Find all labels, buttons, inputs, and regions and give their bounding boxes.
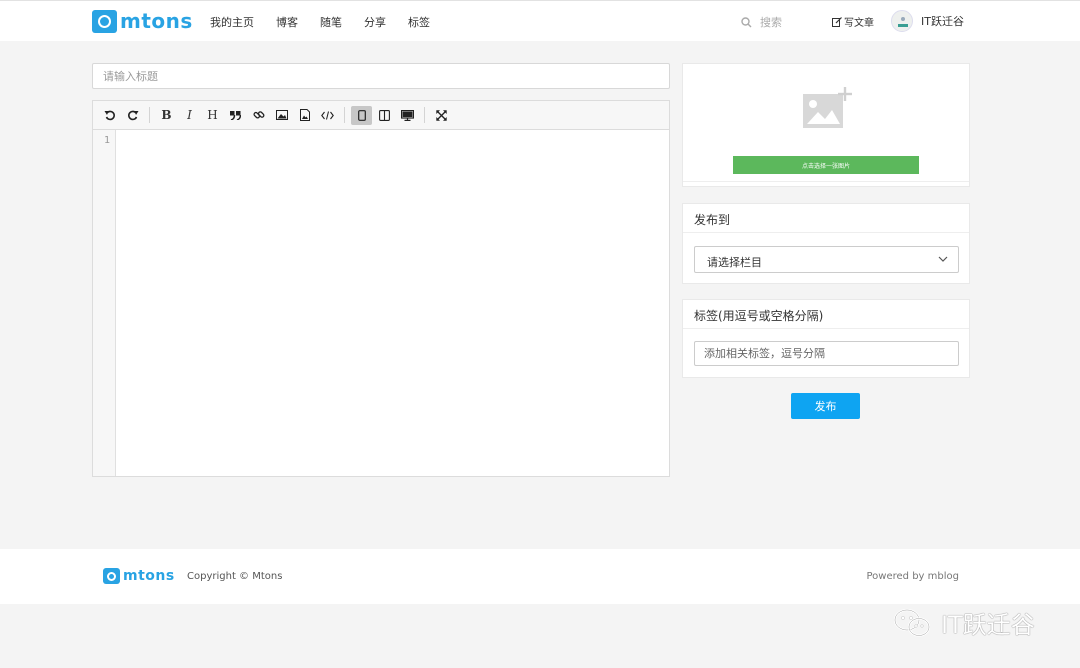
search-icon (741, 16, 752, 27)
powered-by: Powered by mblog (867, 571, 960, 582)
copyright-text: Copyright © Mtons (187, 571, 283, 582)
avatar (891, 10, 913, 32)
quote-icon[interactable] (225, 106, 246, 125)
italic-icon[interactable]: I (179, 106, 200, 125)
markdown-editor: B I H 1 (92, 100, 670, 477)
powered-by-prefix: Powered by (866, 571, 925, 582)
logo-mark-icon (103, 568, 120, 584)
top-navbar: mtons 我的主页 博客 随笔 分享 标签 搜索 写文章 IT跃迁谷 (0, 0, 1080, 41)
toolbar-divider (149, 107, 150, 123)
nav-item-blog[interactable]: 博客 (276, 14, 298, 30)
watermark-text: IT跃迁谷 (941, 611, 1035, 639)
tags-title: 标签(用逗号或空格分隔) (683, 300, 969, 329)
editor-text-area[interactable] (117, 130, 669, 476)
toolbar-divider (344, 107, 345, 123)
write-article-link[interactable]: 写文章 (832, 14, 874, 29)
bold-icon[interactable]: B (156, 106, 177, 125)
toolbar-divider (424, 107, 425, 123)
fullscreen-icon[interactable] (431, 106, 452, 125)
edit-mode-icon[interactable] (351, 105, 372, 125)
choose-cover-button[interactable]: 点击选择一张图片 (733, 156, 919, 174)
editor-toolbar: B I H (93, 101, 669, 130)
cover-image-panel: 点击选择一张图片 (682, 63, 970, 187)
edit-icon (832, 16, 842, 27)
preview-mode-icon[interactable] (397, 106, 418, 125)
tags-panel: 标签(用逗号或空格分隔) (682, 299, 970, 378)
nav-item-tags[interactable]: 标签 (408, 14, 430, 30)
nav-item-share[interactable]: 分享 (364, 14, 386, 30)
heading-icon[interactable]: H (202, 106, 223, 125)
footer-logo[interactable]: mtons (103, 568, 175, 584)
line-number: 1 (103, 135, 110, 146)
site-logo[interactable]: mtons (92, 9, 193, 33)
split-mode-icon[interactable] (374, 106, 395, 125)
username: IT跃迁谷 (921, 15, 964, 28)
upload-image-icon[interactable] (294, 106, 315, 125)
column-select-value: 请选择栏目 (707, 256, 762, 269)
write-article-label: 写文章 (844, 18, 874, 29)
publish-to-panel: 发布到 请选择栏目 (682, 203, 970, 284)
nav-item-home[interactable]: 我的主页 (210, 14, 254, 30)
line-number-gutter: 1 (93, 130, 116, 476)
footer: mtons Copyright © Mtons Powered by mblog (0, 549, 1080, 604)
divider (683, 181, 969, 182)
publish-button[interactable]: 发布 (791, 393, 860, 419)
search-box[interactable]: 搜索 (741, 14, 782, 30)
undo-icon[interactable] (99, 106, 120, 125)
add-image-icon[interactable] (802, 86, 852, 136)
code-icon[interactable] (317, 106, 338, 125)
wechat-icon (893, 608, 931, 637)
watermark: IT跃迁谷 (893, 605, 1035, 640)
main-nav: 我的主页 博客 随笔 分享 标签 (210, 14, 452, 30)
user-menu[interactable]: IT跃迁谷 (891, 10, 964, 32)
column-select[interactable]: 请选择栏目 (694, 246, 959, 273)
powered-by-link[interactable]: mblog (928, 571, 959, 582)
tags-input[interactable] (694, 341, 959, 366)
chevron-down-icon (938, 256, 948, 262)
search-placeholder: 搜索 (760, 16, 782, 29)
link-icon[interactable] (248, 106, 269, 125)
footer-logo-text: mtons (123, 568, 175, 584)
publish-to-title: 发布到 (683, 204, 969, 233)
logo-mark-icon (92, 9, 117, 33)
title-input[interactable] (92, 63, 670, 89)
logo-text: mtons (120, 9, 193, 33)
redo-icon[interactable] (122, 106, 143, 125)
nav-item-notes[interactable]: 随笔 (320, 14, 342, 30)
image-icon[interactable] (271, 106, 292, 125)
